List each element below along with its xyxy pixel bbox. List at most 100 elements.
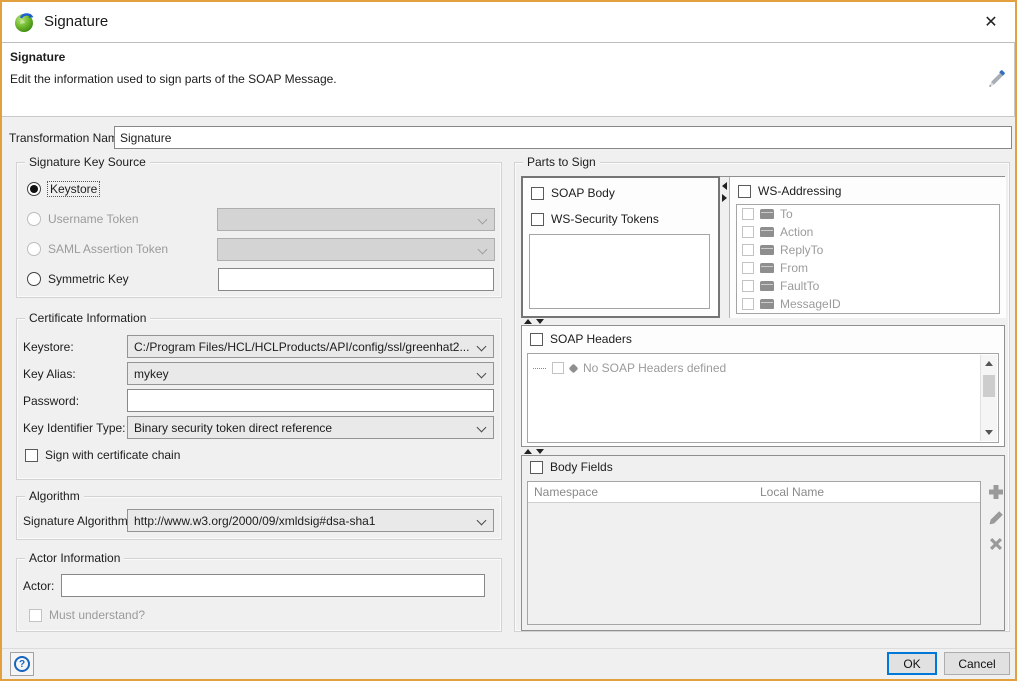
ws-security-tokens-label: WS-Security Tokens [551,212,659,226]
item-label: From [780,261,808,275]
must-understand-label: Must understand? [49,608,145,622]
add-body-field-icon [988,484,1004,500]
parts-top-section: SOAP Body WS-Security Tokens WS-Addressi… [521,176,1005,317]
scroll-down-icon[interactable] [985,430,993,435]
ws-addressing-item: MessageID [737,295,999,313]
tree-branch-icon [533,368,546,369]
ws-addressing-item: ReplyTo [737,241,999,259]
expand-down-icon[interactable] [536,319,544,324]
column-header-namespace[interactable]: Namespace [534,485,598,499]
algorithm-title: Algorithm [25,489,84,503]
actor-information-group: Actor Information Actor: Must understand… [16,558,502,632]
ws-addressing-pane: WS-Addressing To Action [729,177,1006,318]
collapse-up-icon[interactable] [524,449,532,454]
expand-down-icon[interactable] [536,449,544,454]
body-fields-checkbox[interactable] [530,461,543,474]
radio-symmetric-key-indicator [27,272,41,286]
help-button[interactable]: ? [10,652,34,676]
key-alias-value: mykey [134,367,169,381]
sign-with-chain-label: Sign with certificate chain [45,448,180,462]
item-checkbox [742,208,754,220]
username-token-combobox [217,208,495,231]
chevron-down-icon [477,516,487,526]
item-checkbox [742,244,754,256]
folder-icon [760,263,774,273]
transformation-name-input[interactable] [114,126,1012,149]
sign-with-chain-checkbox-row[interactable]: Sign with certificate chain [25,447,180,463]
item-checkbox [742,280,754,292]
radio-username-token: Username Token [27,211,139,227]
radio-symmetric-key[interactable]: Symmetric Key [27,271,129,287]
radio-saml-assertion-token: SAML Assertion Token [27,241,168,257]
key-alias-combobox[interactable]: mykey [127,362,494,385]
ws-security-tokens-checkbox[interactable] [531,213,544,226]
horizontal-splitter[interactable] [521,448,1005,455]
vertical-scrollbar[interactable] [980,355,997,441]
chevron-down-icon [478,215,488,225]
ws-addressing-checkbox[interactable] [738,185,751,198]
scroll-up-icon[interactable] [985,361,993,366]
ws-addressing-label: WS-Addressing [758,184,841,198]
folder-icon [760,281,774,291]
certificate-information-group: Certificate Information Keystore: C:/Pro… [16,318,502,480]
key-identifier-type-label: Key Identifier Type: [23,421,126,435]
banner-title: Signature [10,50,65,64]
soap-body-checkbox[interactable] [531,187,544,200]
keystore-combobox[interactable]: C:/Program Files/HCL/HCLProducts/API/con… [127,335,494,358]
ok-button[interactable]: OK [887,652,937,675]
soap-body-checkbox-row[interactable]: SOAP Body [531,185,615,201]
scrollbar-thumb[interactable] [983,375,995,397]
soap-headers-checkbox[interactable] [530,333,543,346]
title-bar: Signature ✕ [2,2,1015,42]
column-header-local-name[interactable]: Local Name [760,485,824,499]
body-fields-table-header: Namespace Local Name [528,482,980,503]
item-label: MessageID [780,297,841,311]
collapse-left-icon[interactable] [722,182,727,190]
chevron-down-icon [477,369,487,379]
ws-addressing-item: To [737,205,999,223]
item-label: To [780,207,793,221]
header-node-icon [569,363,579,373]
algorithm-group: Algorithm Signature Algorithm: http://ww… [16,496,502,540]
radio-keystore-label: Keystore [48,182,99,196]
vertical-splitter[interactable] [720,177,729,318]
ws-addressing-item: FaultTo [737,277,999,295]
item-label: FaultTo [780,279,819,293]
radio-keystore[interactable]: Keystore [27,181,99,197]
must-understand-checkbox-row: Must understand? [29,607,145,623]
cancel-button[interactable]: Cancel [944,652,1010,675]
sign-pencil-icon [986,69,1006,89]
sign-with-chain-checkbox[interactable] [25,449,38,462]
radio-symmetric-key-label: Symmetric Key [48,272,129,286]
body-fields-section: Body Fields Namespace Local Name [521,455,1005,631]
must-understand-checkbox [29,609,42,622]
saml-assertion-token-combobox [217,238,495,261]
folder-icon [760,245,774,255]
soap-headers-checkbox-row[interactable]: SOAP Headers [530,331,632,347]
app-transform-icon [14,11,36,33]
certificate-information-title: Certificate Information [25,311,150,325]
folder-icon [760,299,774,309]
signature-algorithm-combobox[interactable]: http://www.w3.org/2000/09/xmldsig#dsa-sh… [127,509,494,532]
actor-input[interactable] [61,574,485,597]
ws-security-tokens-checkbox-row[interactable]: WS-Security Tokens [531,211,659,227]
actor-label: Actor: [23,579,54,593]
symmetric-key-input[interactable] [218,268,494,291]
radio-keystore-indicator [27,182,41,196]
ws-addressing-checkbox-row[interactable]: WS-Addressing [738,183,841,199]
key-identifier-type-combobox[interactable]: Binary security token direct reference [127,416,494,439]
collapse-up-icon[interactable] [524,319,532,324]
horizontal-splitter[interactable] [521,318,1005,325]
edit-body-field-icon [988,510,1004,526]
close-icon[interactable]: ✕ [977,9,1005,35]
radio-saml-label: SAML Assertion Token [48,242,168,256]
parts-to-sign-title: Parts to Sign [523,155,600,169]
password-label: Password: [23,394,79,408]
transformation-name-label: Transformation Name: [9,131,128,145]
ws-security-tokens-list[interactable] [529,234,710,309]
chevron-down-icon [478,245,488,255]
signature-algorithm-value: http://www.w3.org/2000/09/xmldsig#dsa-sh… [134,514,375,528]
password-input[interactable] [127,389,494,412]
body-fields-checkbox-row[interactable]: Body Fields [530,459,613,475]
expand-right-icon[interactable] [722,194,727,202]
